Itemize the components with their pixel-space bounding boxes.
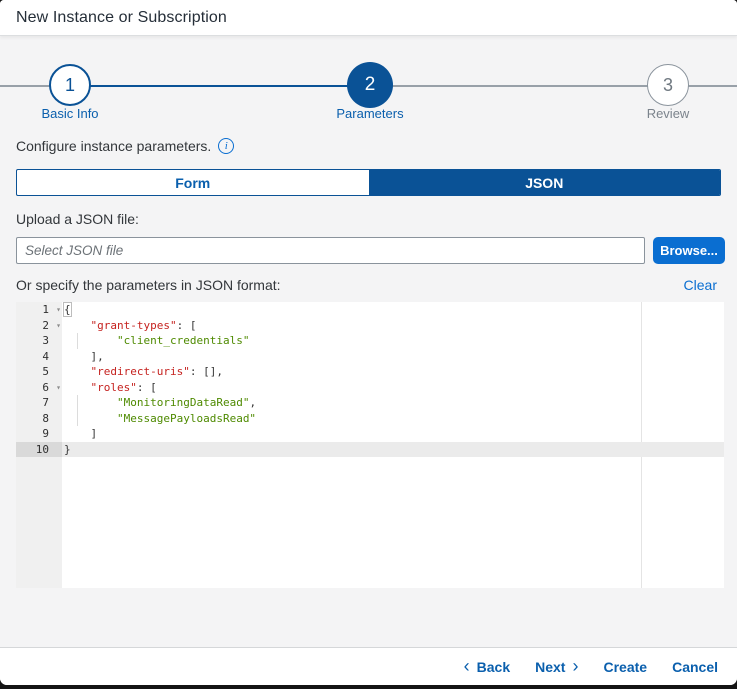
tab-json[interactable]: JSON xyxy=(369,170,721,195)
step-2-number: 2 xyxy=(365,74,376,96)
form-json-switch: Form JSON xyxy=(16,169,721,196)
next-button[interactable]: Next › xyxy=(535,658,578,676)
gutter-line-1: 1▾ xyxy=(16,302,62,318)
gutter-line-3: 3 xyxy=(16,333,62,349)
fold-toggle-icon[interactable]: ▾ xyxy=(56,318,61,334)
file-input[interactable] xyxy=(16,237,645,264)
gutter-line-7: 7 xyxy=(16,395,62,411)
gutter-line-5: 5 xyxy=(16,364,62,380)
tab-form[interactable]: Form xyxy=(17,170,369,195)
fold-toggle-icon[interactable]: ▾ xyxy=(56,302,61,318)
info-icon[interactable]: i xyxy=(218,138,234,154)
dialog-footer: ‹ Back Next › Create Cancel xyxy=(0,647,737,685)
code-line-9: ] xyxy=(62,426,724,442)
gutter-line-10: 10 xyxy=(16,442,62,458)
wizard-progress: 1 2 3 Basic Info Parameters Review xyxy=(0,36,737,138)
chevron-right-icon: › xyxy=(572,657,578,675)
step-3-label: Review xyxy=(598,106,737,121)
step-1-circle[interactable]: 1 xyxy=(49,64,91,106)
cancel-button[interactable]: Cancel xyxy=(672,659,718,675)
instruction-text: Configure instance parameters. xyxy=(16,138,211,154)
upload-row: Browse... xyxy=(16,237,725,264)
gutter-line-6: 6▾ xyxy=(16,380,62,396)
code-line-3: "client_credentials" xyxy=(62,333,724,349)
indent-guide xyxy=(77,333,78,349)
indent-guide xyxy=(77,395,78,411)
next-button-label: Next xyxy=(535,659,565,675)
step-2-circle[interactable]: 2 xyxy=(347,62,393,108)
progress-track-completed xyxy=(70,85,370,88)
create-button[interactable]: Create xyxy=(603,659,647,675)
json-format-row: Or specify the parameters in JSON format… xyxy=(16,277,717,293)
dialog-header: New Instance or Subscription xyxy=(0,0,737,36)
code-line-4: ], xyxy=(62,349,724,365)
gutter-line-8: 8 xyxy=(16,411,62,427)
chevron-left-icon: ‹ xyxy=(464,657,470,675)
step-3-circle: 3 xyxy=(647,64,689,106)
back-button[interactable]: ‹ Back xyxy=(464,658,510,676)
instruction-row: Configure instance parameters. i xyxy=(16,138,234,154)
back-button-label: Back xyxy=(477,659,510,675)
gutter-line-9: 9 xyxy=(16,426,62,442)
screen-background: New Instance or Subscription 1 2 3 Basic… xyxy=(0,0,737,689)
cancel-button-label: Cancel xyxy=(672,659,718,675)
create-button-label: Create xyxy=(603,659,647,675)
json-editor-lines: { "grant-types": [ "client_credentials" … xyxy=(62,302,724,457)
code-line-8: "MessagePayloadsRead" xyxy=(62,411,724,427)
json-format-label: Or specify the parameters in JSON format… xyxy=(16,277,281,293)
new-instance-dialog: New Instance or Subscription 1 2 3 Basic… xyxy=(0,0,737,685)
clear-button[interactable]: Clear xyxy=(684,277,717,293)
upload-label: Upload a JSON file: xyxy=(16,211,139,227)
indent-guide xyxy=(77,411,78,427)
json-editor-gutter: 1▾2▾3456▾78910 xyxy=(16,302,62,588)
code-line-7: "MonitoringDataRead", xyxy=(62,395,724,411)
gutter-line-2: 2▾ xyxy=(16,318,62,334)
code-line-10: } xyxy=(62,442,724,458)
code-line-2: "grant-types": [ xyxy=(62,318,724,334)
fold-toggle-icon[interactable]: ▾ xyxy=(56,380,61,396)
code-line-1: { xyxy=(62,302,724,318)
json-editor[interactable]: 1▾2▾3456▾78910 { "grant-types": [ "clien… xyxy=(16,302,724,588)
browse-button[interactable]: Browse... xyxy=(653,237,725,264)
step-1-number: 1 xyxy=(65,75,75,96)
json-editor-code[interactable]: { "grant-types": [ "client_credentials" … xyxy=(62,302,724,588)
dialog-title: New Instance or Subscription xyxy=(16,9,227,27)
step-1-label[interactable]: Basic Info xyxy=(0,106,140,121)
step-3-number: 3 xyxy=(663,75,673,96)
gutter-line-4: 4 xyxy=(16,349,62,365)
code-line-6: "roles": [ xyxy=(62,380,724,396)
code-line-5: "redirect-uris": [], xyxy=(62,364,724,380)
step-2-label: Parameters xyxy=(300,106,440,121)
